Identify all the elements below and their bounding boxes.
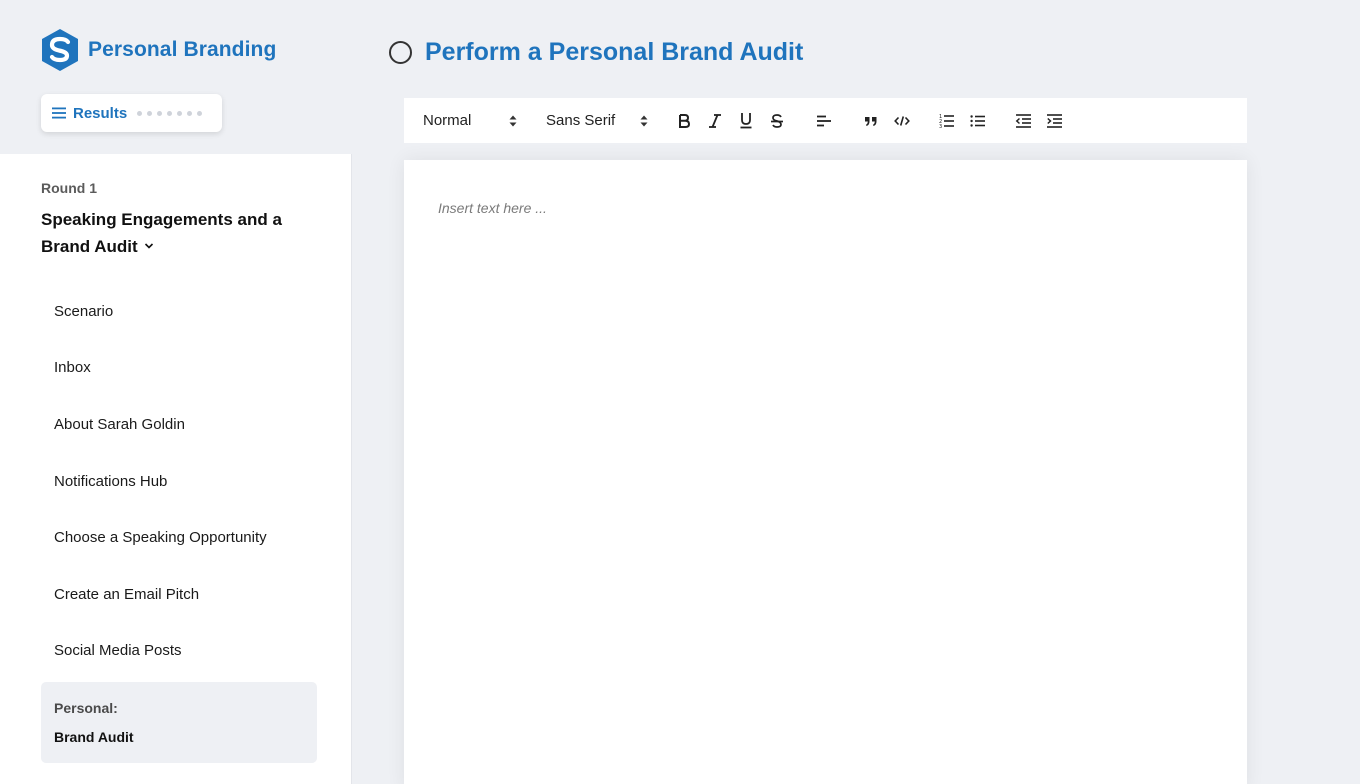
outdent-button[interactable]	[1010, 108, 1036, 134]
font-value: Sans Serif	[546, 112, 616, 129]
progress-dots	[137, 110, 203, 116]
bold-button[interactable]	[671, 108, 697, 134]
indent-icon	[1046, 113, 1062, 128]
sidebar-item-about-sarah-goldin[interactable]: About Sarah Goldin	[41, 396, 317, 453]
sidebar-item-label: Social Media Posts	[54, 642, 182, 660]
chevron-down-icon	[144, 243, 153, 249]
underline-button[interactable]	[733, 108, 759, 134]
align-button[interactable]	[811, 108, 837, 134]
text-style-value: Normal	[423, 112, 472, 129]
align-left-icon	[817, 115, 831, 126]
editor-placeholder: Insert text here ...	[438, 200, 547, 216]
sidebar-item-inbox[interactable]: Inbox	[41, 340, 317, 397]
page-title: Perform a Personal Brand Audit	[425, 37, 804, 66]
svg-text:3: 3	[939, 124, 942, 129]
bold-icon	[679, 113, 691, 128]
editor-toolbar: Normal Sans Serif 123	[404, 98, 1247, 143]
select-arrows-icon	[640, 115, 648, 126]
sidebar-item-category: Personal:	[54, 700, 118, 716]
sidebar-item-create-email-pitch[interactable]: Create an Email Pitch	[41, 566, 317, 623]
sidebar-header: Personal Branding Results	[0, 0, 352, 154]
sidebar-item-label: Brand Audit	[54, 729, 134, 745]
module-title: Speaking Engagements and a Brand Audit	[41, 210, 282, 256]
bullet-list-button[interactable]	[965, 108, 991, 134]
app-logo-icon	[42, 29, 78, 71]
sidebar-item-label: Create an Email Pitch	[54, 585, 200, 603]
sidebar-item-label: About Sarah Goldin	[54, 415, 185, 433]
ordered-list-button[interactable]: 123	[934, 108, 960, 134]
outdent-icon	[1015, 113, 1031, 128]
results-label: Results	[73, 104, 128, 122]
indent-button[interactable]	[1041, 108, 1067, 134]
ordered-list-icon: 123	[939, 114, 954, 129]
sidebar-item-scenario[interactable]: Scenario	[41, 283, 317, 340]
app-title: Personal Branding	[88, 38, 277, 61]
rich-text-editor[interactable]: Insert text here ...	[404, 160, 1247, 784]
code-button[interactable]	[889, 108, 915, 134]
italic-button[interactable]	[702, 108, 728, 134]
sidebar-item-social-media-posts[interactable]: Social Media Posts	[41, 623, 317, 680]
round-label: Round 1	[41, 180, 97, 196]
strikethrough-button[interactable]	[764, 108, 790, 134]
page-header: Perform a Personal Brand Audit	[389, 36, 803, 68]
results-button[interactable]: Results	[41, 94, 222, 132]
bullet-list-icon	[970, 114, 985, 127]
sidebar-item-label: Notifications Hub	[54, 472, 168, 490]
sidebar-item-notifications-hub[interactable]: Notifications Hub	[41, 453, 317, 510]
sidebar-item-label: Scenario	[54, 302, 114, 320]
blockquote-icon	[865, 116, 877, 126]
italic-icon	[709, 113, 721, 128]
nav-list: Scenario Inbox About Sarah Goldin Notifi…	[41, 283, 317, 679]
sidebar-item-label: Choose a Speaking Opportunity	[54, 529, 267, 547]
select-arrows-icon	[509, 115, 517, 126]
blockquote-button[interactable]	[858, 108, 884, 134]
underline-icon	[740, 113, 752, 129]
sidebar-item-label: Inbox	[54, 359, 91, 377]
text-style-select[interactable]: Normal	[423, 112, 517, 129]
sidebar-item-choose-speaking-opportunity[interactable]: Choose a Speaking Opportunity	[41, 509, 317, 566]
strikethrough-icon	[771, 113, 783, 128]
hamburger-icon	[52, 107, 66, 119]
app-logo-row[interactable]: Personal Branding	[40, 28, 276, 72]
module-selector[interactable]: Speaking Engagements and a Brand Audit	[41, 206, 301, 260]
code-icon	[894, 115, 910, 126]
sidebar-item-brand-audit[interactable]: Personal: Brand Audit	[41, 682, 317, 763]
completion-circle-icon[interactable]	[389, 40, 412, 64]
font-select[interactable]: Sans Serif	[546, 112, 648, 129]
sidebar: Personal Branding Results Round 1 Speaki…	[0, 0, 352, 784]
